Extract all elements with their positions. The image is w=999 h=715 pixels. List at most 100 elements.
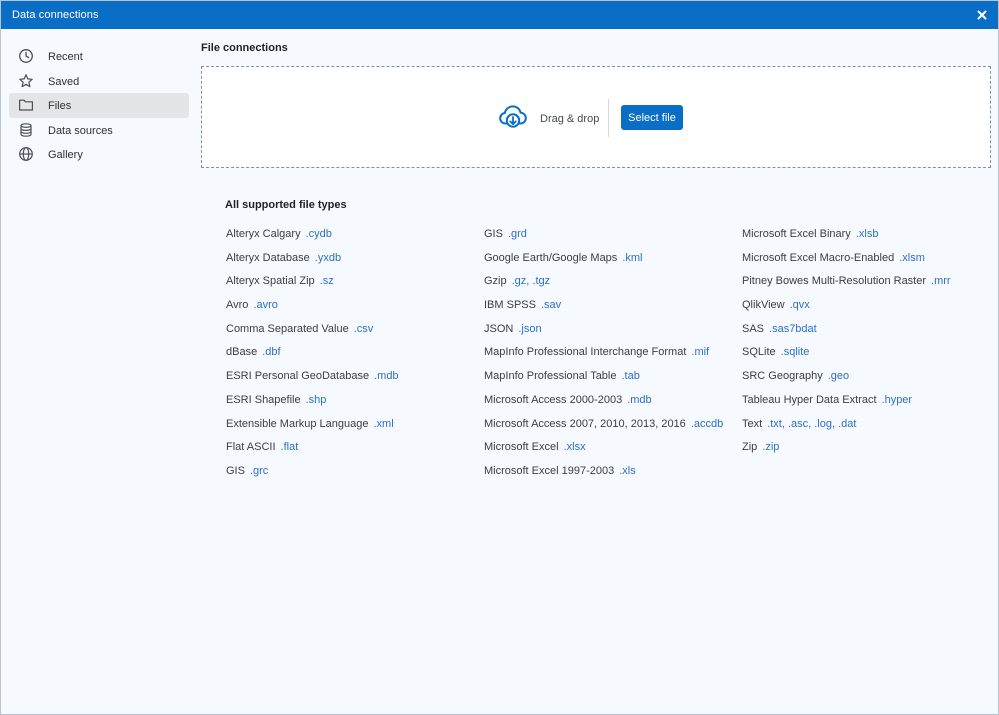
sidebar-item-data-sources[interactable]: Data sources — [9, 118, 189, 143]
supported-types-title: All supported file types — [225, 199, 347, 211]
star-icon — [18, 73, 34, 89]
sidebar-item-label: Data sources — [48, 124, 113, 137]
sidebar-item-saved[interactable]: Saved — [9, 69, 189, 94]
file-type-item: MapInfo Professional Table .tab — [484, 370, 723, 394]
file-type-name: Tableau Hyper Data Extract — [742, 393, 877, 406]
file-type-extension: .cydb — [305, 228, 332, 240]
file-type-extension: .qvx — [789, 299, 810, 312]
clock-icon — [18, 48, 34, 64]
window-title: Data connections — [12, 9, 99, 21]
file-type-item: Microsoft Excel Binary .xlsb — [742, 228, 951, 252]
globe-icon — [18, 146, 34, 162]
file-type-item: Extensible Markup Language .xml — [226, 418, 399, 442]
sidebar: Recent Saved Files Data sources Gallery — [9, 44, 189, 167]
file-type-item: Comma Separated Value .csv — [226, 323, 399, 347]
sidebar-item-label: Recent — [48, 51, 83, 63]
file-type-item: Microsoft Excel 1997-2003 .xls — [484, 465, 723, 489]
file-type-extension: .csv — [353, 322, 374, 335]
file-type-item: Zip .zip — [742, 441, 951, 465]
file-type-extension: .flat — [280, 441, 299, 454]
file-type-item: IBM SPSS .sav — [484, 299, 723, 323]
file-type-name: Microsoft Access 2007, 2010, 2013, 2016 — [484, 417, 686, 430]
file-type-extension: .geo — [827, 370, 850, 383]
file-type-name: Gzip — [484, 275, 507, 288]
cloud-download-icon — [498, 103, 528, 131]
file-type-name: Flat ASCII — [226, 441, 276, 454]
data-connections-window: Data connections Recent Saved Files Data… — [0, 0, 999, 715]
file-type-item: dBase .dbf — [226, 346, 399, 370]
file-type-item: Microsoft Access 2000-2003 .mdb — [484, 394, 723, 418]
file-type-name: IBM SPSS — [484, 299, 536, 312]
file-type-item: ESRI Shapefile .shp — [226, 394, 399, 418]
file-type-extension: .gz, .tgz — [511, 275, 551, 288]
sidebar-item-gallery[interactable]: Gallery — [9, 142, 189, 167]
file-type-item: GIS .grc — [226, 465, 399, 489]
file-type-extension: .kml — [622, 251, 643, 264]
file-type-extension: .mdb — [374, 370, 399, 383]
file-type-extension: .xlsm — [899, 251, 925, 264]
file-type-name: Microsoft Access 2000-2003 — [484, 393, 623, 406]
drag-drop-label: Drag & drop — [540, 113, 600, 125]
file-type-name: Microsoft Excel — [484, 441, 559, 454]
file-type-name: JSON — [484, 322, 514, 335]
select-file-button[interactable]: Select file — [621, 105, 683, 130]
file-type-name: dBase — [226, 346, 258, 359]
file-type-extension: .yxdb — [314, 251, 342, 264]
file-type-name: ESRI Shapefile — [226, 393, 301, 406]
database-icon — [18, 122, 34, 138]
file-type-item: QlikView .qvx — [742, 299, 951, 323]
title-bar: Data connections — [1, 1, 998, 29]
file-types-column-1: Alteryx Calgary .cydb Alteryx Database .yxd… — [226, 228, 399, 489]
close-icon[interactable] — [974, 7, 990, 23]
file-type-extension: .hyper — [881, 393, 913, 406]
file-type-name: MapInfo Professional Table — [484, 370, 617, 383]
file-types-column-2: GIS .grd Google Earth/Google Maps .kml Gzip.… — [484, 228, 723, 489]
file-type-item: Microsoft Excel .xlsx — [484, 441, 723, 465]
file-type-name: ESRI Personal GeoDatabase — [226, 370, 370, 383]
file-type-name: QlikView — [742, 299, 785, 312]
file-type-name: SAS — [742, 322, 765, 335]
file-type-extension: .xls — [619, 464, 636, 477]
file-type-item: MapInfo Professional Interchange Format.… — [484, 346, 723, 370]
file-type-name: Google Earth/Google Maps — [484, 251, 618, 264]
file-type-name: Alteryx Spatial Zip — [226, 275, 315, 288]
file-type-extension: .shp — [305, 393, 327, 406]
file-type-item: GIS .grd — [484, 228, 723, 252]
folder-icon — [18, 97, 34, 113]
file-type-name: Zip — [742, 441, 758, 454]
file-type-extension: .sav — [540, 299, 562, 312]
sidebar-item-label: Gallery — [48, 149, 83, 161]
file-type-name: Comma Separated Value — [226, 322, 349, 335]
file-type-name: Microsoft Excel Macro-Enabled — [742, 251, 895, 264]
file-type-extension: .sas7bdat — [769, 322, 817, 335]
file-type-extension: .json — [518, 322, 542, 335]
file-type-name: Avro — [226, 299, 249, 312]
file-type-item: Text .txt, .asc, .log, .dat — [742, 418, 951, 442]
file-dropzone[interactable]: Drag & drop Select file — [201, 66, 991, 168]
file-type-extension: .xlsx — [563, 441, 586, 454]
file-type-name: SQLite — [742, 346, 776, 359]
file-type-item: SRC Geography .geo — [742, 370, 951, 394]
sidebar-item-recent[interactable]: Recent — [9, 44, 189, 69]
file-type-name: MapInfo Professional Interchange Format — [484, 346, 687, 359]
file-type-extension: .accdb — [690, 417, 724, 430]
file-type-name: Alteryx Database — [226, 251, 310, 264]
sidebar-item-label: Files — [48, 100, 72, 112]
file-type-extension: .mrr — [931, 275, 951, 288]
file-type-item: Alteryx Calgary .cydb — [226, 228, 399, 252]
file-type-extension: .avro — [253, 299, 278, 312]
file-type-name: Microsoft Excel Binary — [742, 228, 851, 240]
file-type-extension: .sqlite — [780, 346, 810, 359]
sidebar-item-label: Saved — [48, 75, 80, 88]
file-type-extension: .zip — [762, 441, 780, 454]
file-type-item: Gzip .gz, .tgz — [484, 275, 723, 299]
file-type-name: Extensible Markup Language — [226, 417, 369, 430]
file-type-extension: .tab — [621, 370, 640, 383]
file-type-extension: .xml — [373, 417, 394, 430]
file-type-extension: .xlsb — [855, 228, 879, 240]
file-type-item: Alteryx Database .yxdb — [226, 252, 399, 276]
section-title: File connections — [201, 42, 288, 54]
file-type-name: GIS — [226, 464, 245, 477]
sidebar-item-files[interactable]: Files — [9, 93, 189, 118]
file-type-item: Microsoft Excel Macro-Enabled .xlsm — [742, 252, 951, 276]
